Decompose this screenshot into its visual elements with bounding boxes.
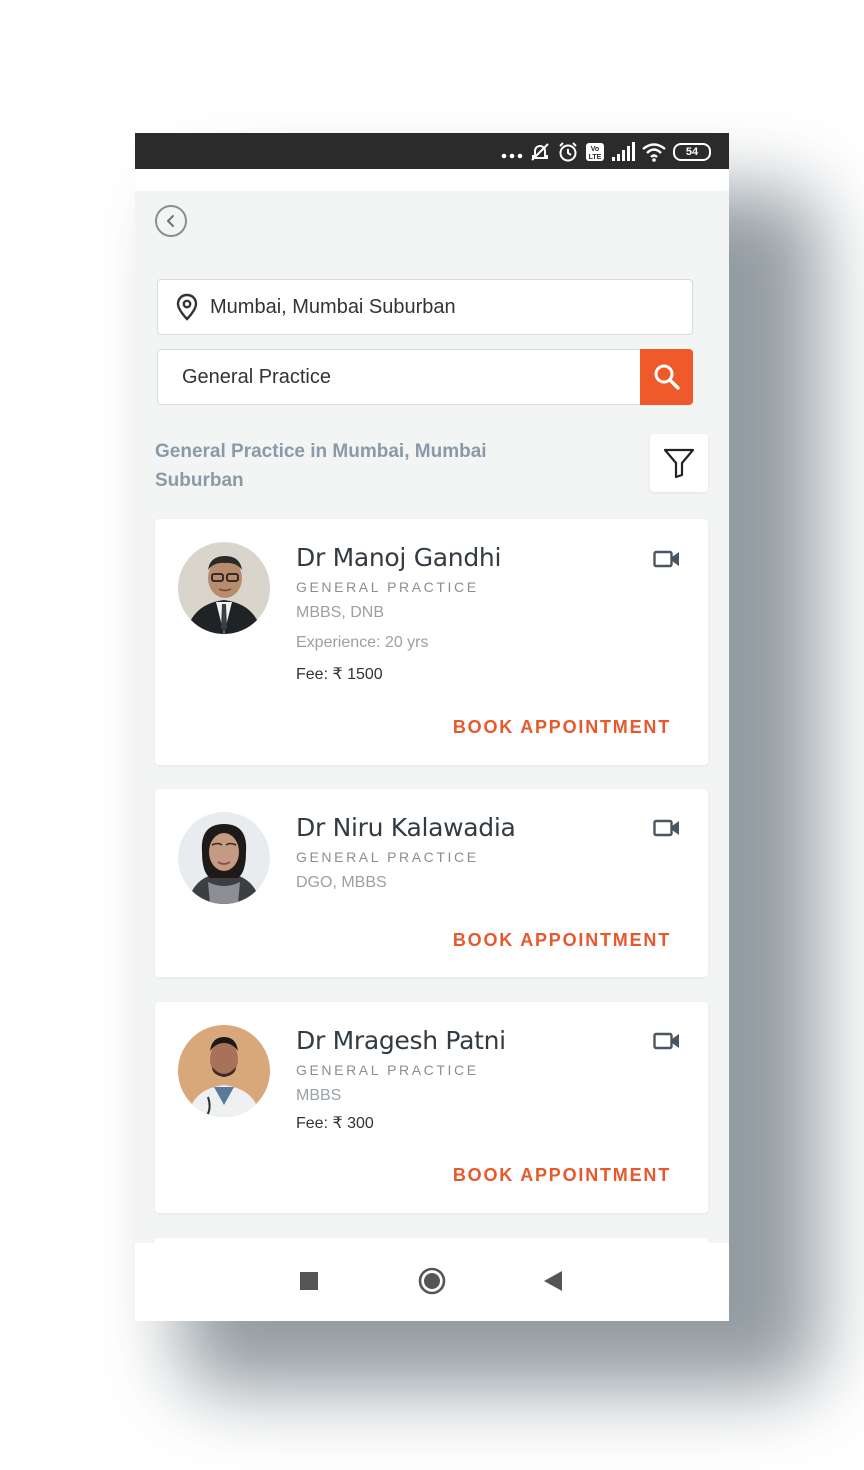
header-strip bbox=[135, 169, 729, 191]
back-nav-button[interactable] bbox=[543, 1270, 563, 1292]
home-button[interactable] bbox=[418, 1267, 446, 1295]
doctor-specialty: GENERAL PRACTICE bbox=[296, 579, 479, 595]
specialty-input-value: General Practice bbox=[182, 365, 331, 388]
wifi-icon bbox=[642, 143, 666, 162]
location-input[interactable]: Mumbai, Mumbai Suburban bbox=[157, 279, 693, 335]
recents-button[interactable] bbox=[299, 1271, 319, 1291]
doctor-name[interactable]: Dr Niru Kalawadia bbox=[296, 813, 516, 842]
status-bar: Vo LTE 54 bbox=[135, 133, 729, 169]
doctor-name[interactable]: Dr Mragesh Patni bbox=[296, 1026, 506, 1055]
results-heading-line1: General Practice in Mumbai, Mumbai bbox=[155, 441, 487, 462]
battery-indicator: 54 bbox=[673, 143, 711, 161]
chevron-left-icon bbox=[167, 215, 174, 227]
search-button[interactable] bbox=[640, 349, 693, 405]
doctor-card[interactable]: Dr Manoj Gandhi GENERAL PRACTICE MBBS, D… bbox=[155, 519, 708, 765]
svg-text:Vo: Vo bbox=[591, 146, 599, 153]
results-heading: General Practice in Mumbai, Mumbai Subur… bbox=[155, 437, 515, 495]
svg-text:LTE: LTE bbox=[589, 154, 602, 161]
signal-icon bbox=[612, 142, 635, 161]
search-icon bbox=[654, 364, 680, 390]
book-appointment-button[interactable]: BOOK APPOINTMENT bbox=[453, 1165, 671, 1186]
doctor-specialty: GENERAL PRACTICE bbox=[296, 849, 479, 865]
doctor-qualification: MBBS, DNB bbox=[296, 604, 385, 621]
volte-icon: VoLTE bbox=[586, 143, 604, 161]
muted-bell-icon bbox=[531, 143, 549, 161]
home-circle-icon bbox=[418, 1267, 446, 1295]
video-camera-icon[interactable] bbox=[653, 549, 681, 574]
doctor-name[interactable]: Dr Manoj Gandhi bbox=[296, 543, 501, 572]
book-appointment-button[interactable]: BOOK APPOINTMENT bbox=[453, 930, 671, 951]
doctor-experience: Experience: 20 yrs bbox=[296, 634, 429, 651]
doctor-qualification: DGO, MBBS bbox=[296, 874, 387, 891]
video-camera-icon[interactable] bbox=[653, 1031, 681, 1056]
doctor-avatar bbox=[178, 542, 270, 634]
status-icons: Vo LTE 54 bbox=[501, 141, 711, 163]
location-input-value: Mumbai, Mumbai Suburban bbox=[210, 295, 456, 318]
filter-button[interactable] bbox=[650, 434, 708, 492]
back-button[interactable] bbox=[155, 205, 187, 237]
video-camera-icon[interactable] bbox=[653, 818, 681, 843]
doctor-fee: Fee: ₹ 1500 bbox=[296, 666, 383, 683]
filter-icon bbox=[663, 448, 695, 479]
doctor-avatar bbox=[178, 812, 270, 904]
more-dots-icon bbox=[501, 153, 523, 159]
doctor-card[interactable]: Dr Niru Kalawadia GENERAL PRACTICE DGO, … bbox=[155, 789, 708, 977]
results-heading-line2: Suburban bbox=[155, 470, 244, 491]
square-icon bbox=[300, 1272, 318, 1290]
phone-screen: Vo LTE 54 Mumbai, Mumbai Suburban General… bbox=[135, 133, 729, 1321]
doctor-fee: Fee: ₹ 300 bbox=[296, 1115, 374, 1132]
doctor-specialty: GENERAL PRACTICE bbox=[296, 1062, 479, 1078]
doctor-avatar bbox=[178, 1025, 270, 1117]
location-pin-icon bbox=[176, 293, 198, 321]
specialty-input[interactable]: General Practice bbox=[157, 349, 693, 405]
system-nav-bar bbox=[135, 1243, 729, 1321]
book-appointment-button[interactable]: BOOK APPOINTMENT bbox=[453, 717, 671, 738]
alarm-icon bbox=[559, 142, 577, 162]
back-triangle-icon bbox=[544, 1271, 562, 1291]
doctor-card[interactable]: Dr Mragesh Patni GENERAL PRACTICE MBBS F… bbox=[155, 1002, 708, 1213]
doctor-qualification: MBBS bbox=[296, 1087, 342, 1104]
